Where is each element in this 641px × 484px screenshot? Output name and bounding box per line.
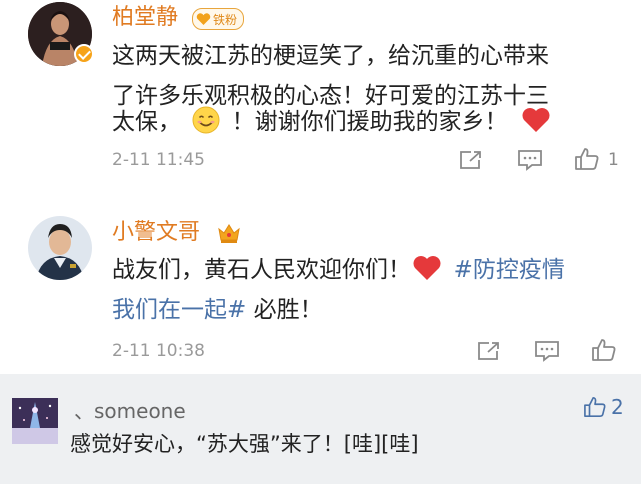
comment-2-line-1: 战友们，黄石人民欢迎你们！ #防控疫情 [112, 250, 565, 290]
comment-2-time: 2-11 10:38 [112, 341, 205, 361]
fan-badge-icon [196, 12, 211, 25]
share-icon[interactable] [458, 149, 484, 171]
crown-icon [218, 224, 240, 243]
comment-2-text-2: 必胜！ [246, 297, 323, 323]
comment-1-like-count: 1 [608, 150, 619, 170]
comment-icon[interactable] [534, 340, 560, 362]
like-icon[interactable] [591, 338, 617, 362]
reply-username[interactable]: 、someone [74, 395, 186, 424]
comment-icon[interactable] [517, 149, 543, 171]
fan-badge: 铁粉 [192, 8, 245, 30]
reply-avatar-image [12, 398, 58, 444]
verified-icon [74, 44, 94, 64]
comment-1-line-3: 太保， ！谢谢你们援助我的家乡！ [112, 102, 551, 142]
reply-avatar[interactable] [12, 398, 58, 444]
heart-emoji-icon [522, 108, 550, 132]
avatar-2[interactable] [28, 216, 92, 280]
comment-1-line-1: 这两天被江苏的梗逗笑了，给沉重的心带来 [112, 43, 549, 69]
comment-2-line-2: 我们在一起# 必胜！ [112, 290, 323, 330]
reply-text: 感觉好安心，“苏大强”来了！[哇][哇] [70, 432, 419, 456]
reply-section: 、someone 感觉好安心，“苏大强”来了！[哇][哇] 2 [0, 374, 641, 484]
fan-badge-label: 铁粉 [213, 12, 238, 27]
comment-2-text-1: 战友们，黄石人民欢迎你们！ [112, 257, 411, 283]
reply-like-count: 2 [611, 395, 624, 419]
reply-like-icon[interactable] [583, 396, 607, 418]
comment-1-line-3b: ！谢谢你们援助我的家乡！ [231, 109, 508, 135]
share-icon[interactable] [476, 340, 502, 362]
hashtag-link-part-1[interactable]: #防控疫情 [454, 257, 565, 283]
comment-1-time: 2-11 11:45 [112, 150, 205, 170]
avatar-2-image [28, 216, 92, 280]
heart-emoji-icon [413, 256, 441, 280]
username-2[interactable]: 小警文哥 [112, 219, 200, 247]
like-icon[interactable] [574, 147, 600, 171]
hashtag-link-part-2[interactable]: 我们在一起# [112, 297, 246, 323]
smile-emoji-icon [192, 106, 220, 134]
comment-1-line-3a: 太保， [112, 109, 181, 135]
username-1[interactable]: 柏堂静 [112, 4, 178, 32]
